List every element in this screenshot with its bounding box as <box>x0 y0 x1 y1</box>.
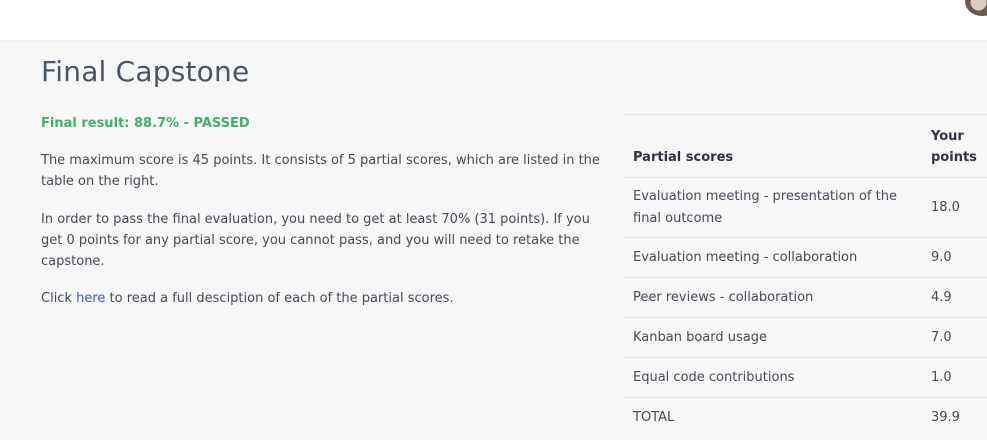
table-row: Peer reviews - collaboration 4.9 <box>624 277 987 318</box>
table-row: Evaluation meeting - collaboration 9.0 <box>624 237 987 278</box>
score-points: 9.0 <box>922 237 987 278</box>
max-score-description: The maximum score is 45 points. It consi… <box>41 153 600 189</box>
score-label: Peer reviews - collaboration <box>624 277 922 318</box>
score-label: Equal code contributions <box>624 357 922 398</box>
score-points: 18.0 <box>922 177 987 238</box>
total-points: 39.9 <box>922 397 987 438</box>
table-row: Kanban board usage 7.0 <box>624 317 987 358</box>
table-header-row: Partial scores Your points <box>624 114 987 178</box>
click-suffix: to read a full desciption of each of the… <box>105 291 454 306</box>
total-label: TOTAL <box>624 397 922 438</box>
score-points: 1.0 <box>922 357 987 398</box>
top-bar <box>0 0 987 40</box>
table-row: Evaluation meeting - presentation of the… <box>624 177 987 238</box>
here-link[interactable]: here <box>76 291 105 306</box>
table-row: Equal code contributions 1.0 <box>624 357 987 398</box>
score-points: 4.9 <box>922 277 987 318</box>
score-points: 7.0 <box>922 317 987 358</box>
header-your-points: Your points <box>922 114 987 178</box>
final-result-status: Final result: 88.7% - PASSED <box>41 116 250 131</box>
header-partial-scores: Partial scores <box>624 114 922 178</box>
score-label: Kanban board usage <box>624 317 922 358</box>
partial-scores-table: Partial scores Your points Evaluation me… <box>624 114 987 438</box>
score-label: Evaluation meeting - presentation of the… <box>624 177 922 238</box>
pass-requirement-description: In order to pass the final evaluation, y… <box>41 212 590 269</box>
page-title: Final Capstone <box>41 55 250 88</box>
click-prefix: Click <box>41 291 77 306</box>
total-row: TOTAL 39.9 <box>624 397 987 438</box>
user-avatar[interactable] <box>965 0 987 16</box>
score-label: Evaluation meeting - collaboration <box>624 237 922 278</box>
description-link-text: Click here to read a full desciption of … <box>41 288 601 309</box>
